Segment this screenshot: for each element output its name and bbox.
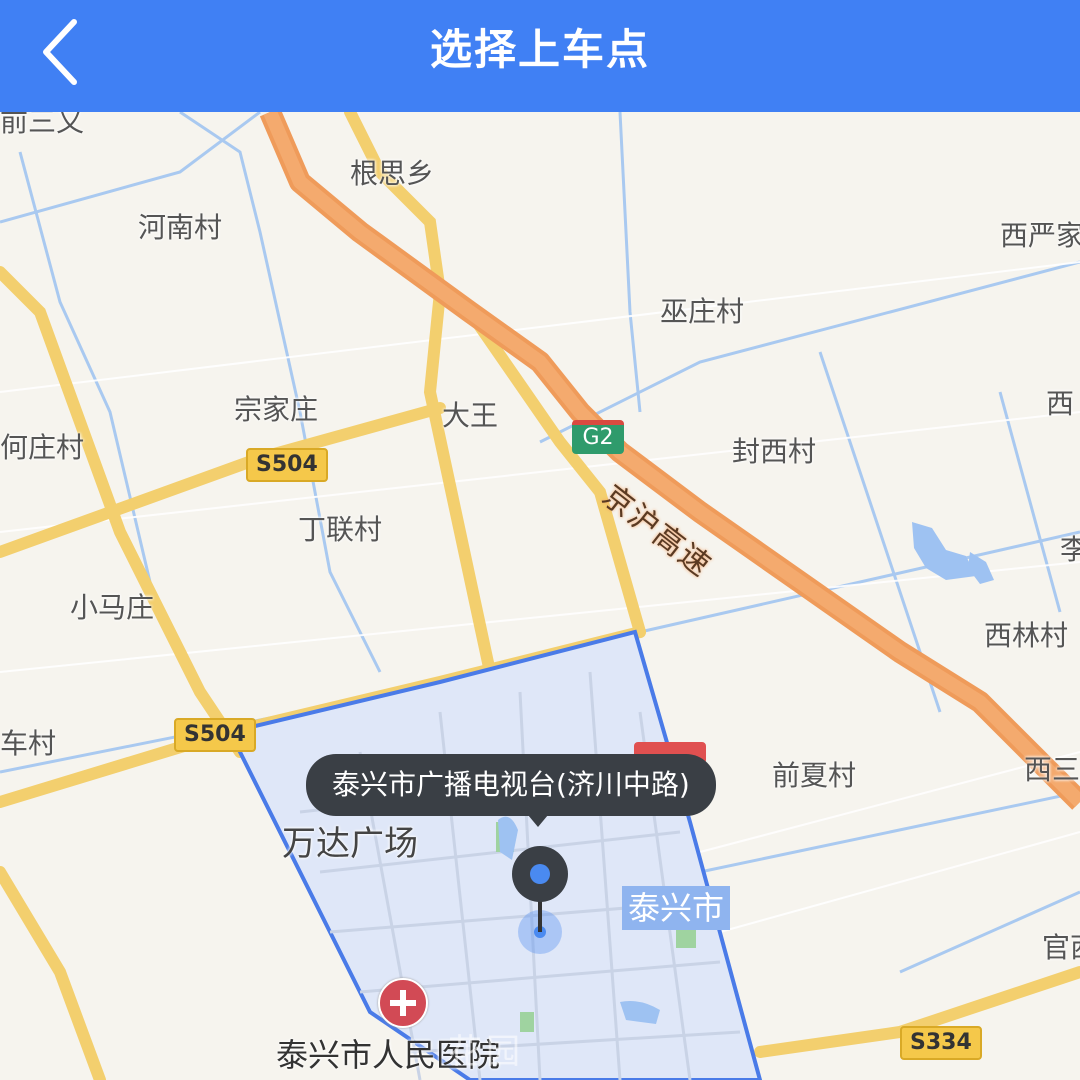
place-label: 西三 bbox=[1024, 753, 1080, 786]
tooltip-tail bbox=[528, 815, 548, 827]
place-label: 封西村 bbox=[732, 435, 817, 468]
place-label: 根思乡 bbox=[350, 157, 435, 190]
watermark: 花园 bbox=[448, 1032, 524, 1072]
road-shield: S334 bbox=[900, 1026, 982, 1060]
place-label: 丁联村 bbox=[298, 513, 383, 546]
place-label: 河南村 bbox=[138, 211, 223, 244]
landmark-label: 万达广场 bbox=[282, 824, 418, 864]
top-bar: 选择上车点 bbox=[0, 0, 1080, 112]
map-view[interactable]: 前三又 根思乡 河南村 西严家 巫庄村 宗家庄 大王 西 何庄村 封西村 丁联村… bbox=[0, 112, 1080, 1080]
place-label: 西 bbox=[1046, 387, 1075, 420]
place-label: 何庄村 bbox=[0, 431, 85, 464]
expressway-shield: G2 bbox=[572, 420, 624, 454]
page-title: 选择上车点 bbox=[429, 25, 650, 74]
place-label: 宗家庄 bbox=[234, 393, 319, 426]
road-shield: S504 bbox=[246, 448, 328, 482]
road-shield: S504 bbox=[174, 718, 256, 752]
expressway-shield-label: G2 bbox=[582, 425, 614, 450]
pickup-tooltip[interactable]: 泰兴市广播电视台(济川中路) bbox=[306, 754, 716, 816]
place-label: 官西 bbox=[1042, 931, 1080, 964]
place-label: 车村 bbox=[0, 727, 57, 760]
hospital-icon bbox=[378, 978, 428, 1028]
place-label: 李 bbox=[1060, 533, 1080, 566]
place-label: 西严家 bbox=[1000, 219, 1080, 252]
place-label: 前三又 bbox=[0, 112, 85, 138]
place-label: 前夏村 bbox=[772, 759, 857, 792]
place-label: 巫庄村 bbox=[660, 295, 745, 328]
place-label: 小马庄 bbox=[70, 591, 155, 624]
place-label: 大王 bbox=[442, 399, 499, 432]
city-label: 泰兴市 bbox=[622, 886, 731, 930]
location-pin-icon[interactable] bbox=[510, 846, 570, 956]
place-label: 西林村 bbox=[984, 619, 1069, 652]
